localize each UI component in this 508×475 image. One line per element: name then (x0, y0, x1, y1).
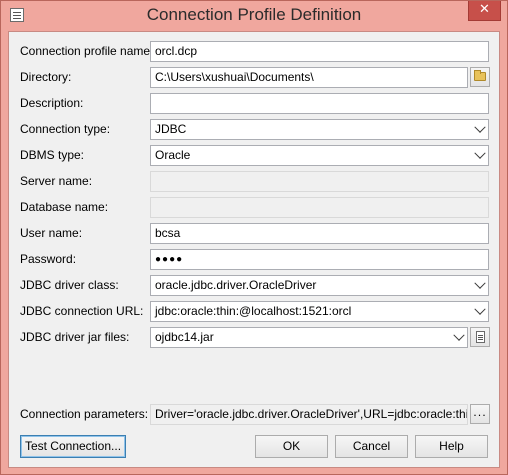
dialog-body: Connection profile name: orcl.dcp Direct… (8, 31, 500, 468)
window-title: Connection Profile Definition (146, 5, 362, 24)
user-name-input[interactable]: bcsa (150, 223, 489, 244)
chevron-down-icon[interactable] (471, 146, 488, 165)
driver-class-value: oracle.jdbc.driver.OracleDriver (155, 278, 317, 292)
cancel-button[interactable]: Cancel (335, 435, 408, 458)
database-name-label: Database name: (20, 200, 109, 214)
user-name-label: User name: (20, 226, 83, 240)
connection-type-value: JDBC (155, 122, 187, 136)
profile-name-label: Connection profile name: (20, 44, 154, 58)
dbms-type-value: Oracle (155, 148, 191, 162)
chevron-down-icon[interactable] (471, 120, 488, 139)
help-button[interactable]: Help (415, 435, 488, 458)
directory-input[interactable]: C:\Users\xushuai\Documents\ (150, 67, 468, 88)
description-input[interactable] (150, 93, 489, 114)
connection-params-label: Connection parameters: (20, 407, 149, 421)
password-label: Password: (20, 252, 77, 266)
browse-jar-button[interactable] (470, 327, 490, 347)
database-name-input (150, 197, 489, 218)
driver-jar-value: ojdbc14.jar (155, 330, 214, 344)
chevron-down-icon[interactable] (450, 328, 467, 347)
dbms-type-select[interactable]: Oracle (150, 145, 489, 166)
driver-class-select[interactable]: oracle.jdbc.driver.OracleDriver (150, 275, 489, 296)
dbms-type-label: DBMS type: (20, 148, 85, 162)
driver-class-label: JDBC driver class: (20, 278, 119, 292)
ok-button[interactable]: OK (255, 435, 328, 458)
browse-directory-button[interactable] (470, 67, 490, 87)
driver-jar-label: JDBC driver jar files: (20, 330, 130, 344)
chevron-down-icon[interactable] (471, 276, 488, 295)
description-label: Description: (20, 96, 84, 110)
connection-url-select[interactable]: jdbc:oracle:thin:@localhost:1521:orcl (150, 301, 489, 322)
title-bar[interactable]: Connection Profile Definition ✕ (1, 1, 507, 30)
connection-params-field: Driver='oracle.jdbc.driver.OracleDriver'… (150, 404, 468, 425)
password-input[interactable]: ●●●● (150, 249, 489, 270)
directory-label: Directory: (20, 70, 72, 84)
server-name-label: Server name: (20, 174, 93, 188)
connection-url-label: JDBC connection URL: (20, 304, 144, 318)
close-button[interactable]: ✕ (468, 1, 501, 21)
profile-name-input[interactable]: orcl.dcp (150, 41, 489, 62)
folder-icon (474, 70, 486, 81)
dialog-window: Connection Profile Definition ✕ Connecti… (0, 0, 508, 475)
connection-type-label: Connection type: (20, 122, 111, 136)
connection-type-select[interactable]: JDBC (150, 119, 489, 140)
driver-jar-select[interactable]: ojdbc14.jar (150, 327, 468, 348)
test-connection-button[interactable]: Test Connection... (20, 435, 126, 458)
document-icon (476, 331, 485, 343)
params-browse-button[interactable]: ... (470, 404, 490, 424)
chevron-down-icon[interactable] (471, 302, 488, 321)
connection-url-value: jdbc:oracle:thin:@localhost:1521:orcl (155, 304, 352, 318)
server-name-input (150, 171, 489, 192)
ellipsis-icon: ... (473, 406, 487, 419)
